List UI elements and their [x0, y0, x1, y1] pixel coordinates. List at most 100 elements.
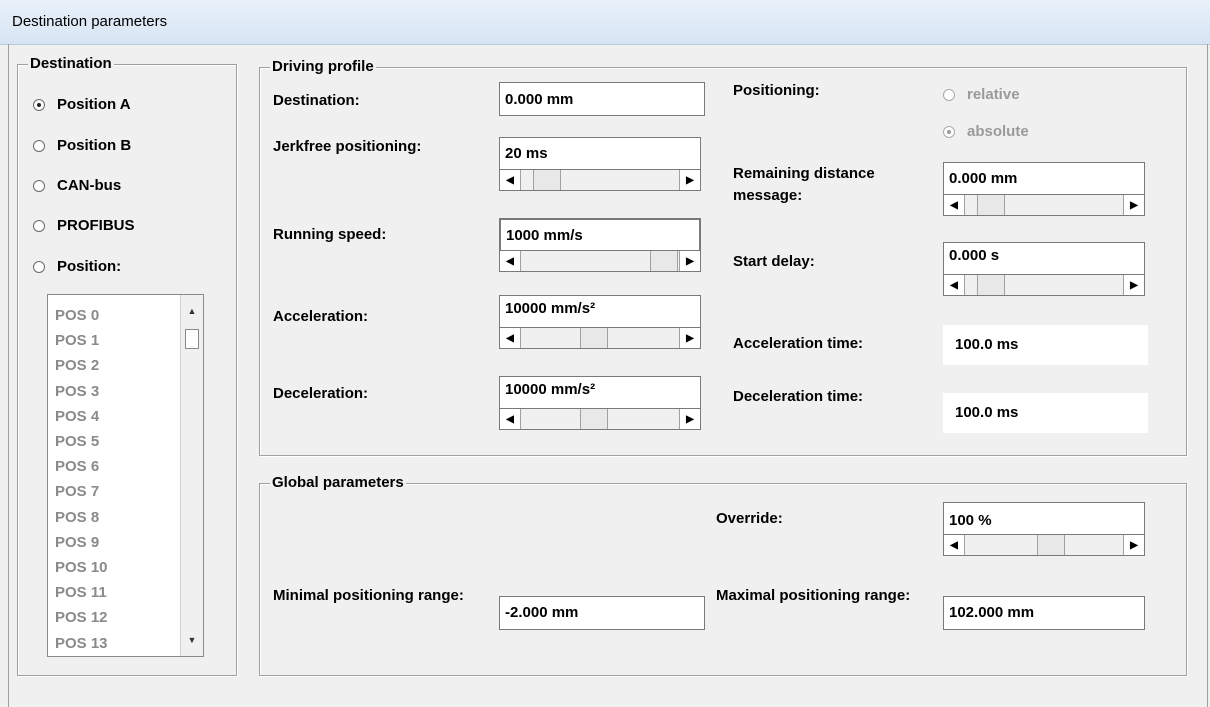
list-item[interactable]: POS 5 [55, 429, 108, 454]
slider-thumb[interactable] [977, 275, 1005, 295]
radio-position-b[interactable]: Position B [33, 137, 131, 154]
override-slider[interactable]: ◀ ▶ [943, 534, 1145, 556]
jerkfree-slider[interactable]: ◀ ▶ [499, 169, 701, 191]
destination-legend: Destination [28, 55, 114, 72]
list-item[interactable]: POS 7 [55, 479, 108, 504]
arrow-left-icon[interactable]: ◀ [944, 195, 965, 215]
radio-label: CAN-bus [57, 177, 122, 194]
remaining-distance-input[interactable]: 0.000 mm [943, 162, 1145, 194]
positioning-label: Positioning: [733, 82, 820, 99]
radio-absolute[interactable]: absolute [943, 123, 1029, 140]
destination-input[interactable]: 0.000 mm [499, 82, 705, 116]
arrow-down-icon[interactable]: ▼ [181, 630, 203, 650]
destination-label: Destination: [273, 92, 360, 109]
radio-position[interactable]: Position: [33, 258, 121, 275]
remaining-distance-label: Remaining distance message: [733, 165, 875, 204]
acceleration-input[interactable]: 10000 mm/s² [499, 295, 701, 327]
radio-label: PROFIBUS [57, 217, 135, 234]
arrow-left-icon[interactable]: ◀ [500, 409, 521, 429]
list-item[interactable]: POS 12 [55, 605, 108, 630]
slider-thumb[interactable] [580, 409, 608, 429]
radio-label: relative [967, 86, 1020, 103]
deceleration-label: Deceleration: [273, 385, 369, 402]
acceleration-time-label: Acceleration time: [733, 335, 864, 352]
position-list: POS 0 POS 1 POS 2 POS 3 POS 4 POS 5 POS … [55, 303, 108, 656]
slider-thumb[interactable] [580, 328, 608, 348]
override-input[interactable]: 100 % [943, 502, 1145, 534]
list-item[interactable]: POS 13 [55, 631, 108, 656]
list-item[interactable]: POS 8 [55, 505, 108, 530]
window-title: Destination parameters [12, 13, 168, 30]
radio-label: absolute [967, 123, 1029, 140]
running-speed-slider[interactable]: ◀ ▶ [499, 250, 701, 272]
deceleration-input[interactable]: 10000 mm/s² [499, 376, 701, 408]
title-bar: Destination parameters [0, 0, 1210, 45]
acceleration-time-value: 100.0 ms [943, 325, 1148, 365]
radio-relative[interactable]: relative [943, 86, 1020, 103]
list-item[interactable]: POS 0 [55, 303, 108, 328]
acceleration-slider[interactable]: ◀ ▶ [499, 327, 701, 349]
running-speed-input[interactable]: 1000 mm/s [499, 218, 701, 250]
list-item[interactable]: POS 3 [55, 379, 108, 404]
arrow-right-icon[interactable]: ▶ [1123, 535, 1144, 555]
deceleration-slider[interactable]: ◀ ▶ [499, 408, 701, 430]
maximal-range-input[interactable]: 102.000 mm [943, 596, 1145, 630]
radio-label: Position: [57, 258, 122, 275]
list-scrollbar[interactable]: ▲ ▼ [180, 295, 203, 656]
radio-position-a[interactable]: Position A [33, 96, 131, 113]
slider-thumb[interactable] [533, 170, 561, 190]
jerkfree-input[interactable]: 20 ms [499, 137, 701, 169]
window-border-left [8, 44, 9, 707]
radio-dot [33, 260, 45, 273]
minimal-range-input[interactable]: -2.000 mm [499, 596, 705, 630]
driving-profile-legend: Driving profile [270, 58, 376, 75]
arrow-up-icon[interactable]: ▲ [181, 301, 203, 321]
arrow-right-icon[interactable]: ▶ [679, 409, 700, 429]
list-item[interactable]: POS 4 [55, 404, 108, 429]
window-border-right [1207, 44, 1208, 707]
arrow-right-icon[interactable]: ▶ [1123, 275, 1144, 295]
list-item[interactable]: POS 6 [55, 454, 108, 479]
deceleration-time-value: 100.0 ms [943, 393, 1148, 433]
minimal-range-label: Minimal positioning range: [273, 587, 464, 604]
arrow-left-icon[interactable]: ◀ [500, 328, 521, 348]
arrow-left-icon[interactable]: ◀ [944, 275, 965, 295]
start-delay-input[interactable]: 0.000 s [943, 242, 1145, 274]
list-scroll-thumb[interactable] [185, 329, 199, 349]
jerkfree-label: Jerkfree positioning: [273, 138, 422, 155]
slider-thumb[interactable] [977, 195, 1005, 215]
running-speed-label: Running speed: [273, 226, 387, 243]
radio-dot-selected [33, 98, 45, 111]
maximal-range-label: Maximal positioning range: [716, 587, 911, 604]
list-item[interactable]: POS 11 [55, 580, 108, 605]
slider-thumb[interactable] [650, 251, 678, 271]
list-item[interactable]: POS 9 [55, 530, 108, 555]
arrow-right-icon[interactable]: ▶ [1123, 195, 1144, 215]
list-item[interactable]: POS 10 [55, 555, 108, 580]
arrow-right-icon[interactable]: ▶ [679, 251, 700, 271]
position-listbox[interactable]: POS 0 POS 1 POS 2 POS 3 POS 4 POS 5 POS … [47, 294, 204, 657]
radio-dot-selected-disabled [943, 125, 955, 138]
arrow-right-icon[interactable]: ▶ [679, 328, 700, 348]
slider-thumb[interactable] [1037, 535, 1065, 555]
radio-label: Position A [57, 96, 131, 113]
start-delay-slider[interactable]: ◀ ▶ [943, 274, 1145, 296]
arrow-left-icon[interactable]: ◀ [944, 535, 965, 555]
global-parameters-legend: Global parameters [270, 474, 406, 491]
remaining-distance-slider[interactable]: ◀ ▶ [943, 194, 1145, 216]
radio-can-bus[interactable]: CAN-bus [33, 177, 121, 194]
radio-dot [33, 219, 45, 232]
arrow-right-icon[interactable]: ▶ [679, 170, 700, 190]
radio-dot-disabled [943, 88, 955, 101]
radio-profibus[interactable]: PROFIBUS [33, 217, 135, 234]
radio-label: Position B [57, 137, 132, 154]
start-delay-label: Start delay: [733, 253, 815, 270]
override-label: Override: [716, 510, 783, 527]
arrow-left-icon[interactable]: ◀ [500, 251, 521, 271]
list-item[interactable]: POS 1 [55, 328, 108, 353]
deceleration-time-label: Deceleration time: [733, 388, 864, 405]
list-item[interactable]: POS 2 [55, 353, 108, 378]
arrow-left-icon[interactable]: ◀ [500, 170, 521, 190]
acceleration-label: Acceleration: [273, 308, 369, 325]
radio-dot [33, 179, 45, 192]
